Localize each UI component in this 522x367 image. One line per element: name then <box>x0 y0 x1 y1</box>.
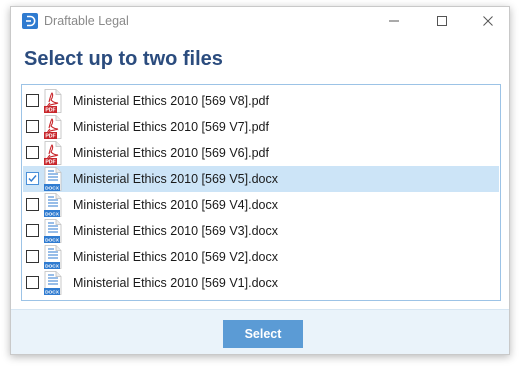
file-row[interactable]: DOCX Ministerial Ethics 2010 [569 V1].doc… <box>23 270 499 296</box>
file-row[interactable]: PDF Ministerial Ethics 2010 [569 V6].pdf <box>23 140 499 166</box>
maximize-button[interactable] <box>419 7 465 35</box>
pdf-file-icon: PDF <box>44 115 62 139</box>
file-name: Ministerial Ethics 2010 [569 V5].docx <box>73 172 278 186</box>
close-icon <box>483 16 493 26</box>
docx-file-icon: DOCX <box>44 219 62 243</box>
svg-text:DOCX: DOCX <box>45 290 60 296</box>
file-row[interactable]: PDF Ministerial Ethics 2010 [569 V7].pdf <box>23 114 499 140</box>
docx-file-icon: DOCX <box>44 245 62 269</box>
file-row[interactable]: DOCX Ministerial Ethics 2010 [569 V3].doc… <box>23 218 499 244</box>
file-checkbox[interactable] <box>26 146 39 159</box>
checkmark-icon <box>28 175 37 183</box>
file-checkbox[interactable] <box>26 224 39 237</box>
file-row[interactable]: DOCX Ministerial Ethics 2010 [569 V4].doc… <box>23 192 499 218</box>
file-checkbox[interactable] <box>26 250 39 263</box>
select-button[interactable]: Select <box>223 320 303 348</box>
file-row[interactable]: PDF Ministerial Ethics 2010 [569 V8].pdf <box>23 88 499 114</box>
close-button[interactable] <box>465 7 511 35</box>
file-checkbox[interactable] <box>26 276 39 289</box>
docx-file-icon: DOCX <box>44 167 62 191</box>
file-name: Ministerial Ethics 2010 [569 V8].pdf <box>73 94 269 108</box>
minimize-icon <box>389 20 399 22</box>
file-name: Ministerial Ethics 2010 [569 V3].docx <box>73 224 278 238</box>
file-row[interactable]: DOCX Ministerial Ethics 2010 [569 V2].doc… <box>23 244 499 270</box>
file-row[interactable]: DOCX Ministerial Ethics 2010 [569 V5].doc… <box>23 166 499 192</box>
file-name: Ministerial Ethics 2010 [569 V1].docx <box>73 276 278 290</box>
file-name: Ministerial Ethics 2010 [569 V7].pdf <box>73 120 269 134</box>
file-name: Ministerial Ethics 2010 [569 V2].docx <box>73 250 278 264</box>
file-name: Ministerial Ethics 2010 [569 V4].docx <box>73 198 278 212</box>
title-bar[interactable]: Draftable Legal <box>11 7 509 35</box>
pdf-file-icon: PDF <box>44 141 62 165</box>
draftable-logo-icon <box>22 13 38 29</box>
maximize-icon <box>437 16 447 26</box>
docx-file-icon: DOCX <box>44 271 62 295</box>
svg-text:PDF: PDF <box>45 134 55 140</box>
svg-text:DOCX: DOCX <box>45 238 60 244</box>
svg-text:DOCX: DOCX <box>45 212 60 218</box>
svg-text:DOCX: DOCX <box>45 186 60 192</box>
window-title: Draftable Legal <box>44 14 129 28</box>
file-list[interactable]: PDF Ministerial Ethics 2010 [569 V8].pdf P… <box>21 84 501 301</box>
page-title: Select up to two files <box>24 48 223 70</box>
svg-text:DOCX: DOCX <box>45 264 60 270</box>
dialog-footer: Select <box>11 309 509 354</box>
svg-text:PDF: PDF <box>45 108 55 114</box>
pdf-file-icon: PDF <box>44 89 62 113</box>
docx-file-icon: DOCX <box>44 193 62 217</box>
file-checkbox[interactable] <box>26 94 39 107</box>
file-name: Ministerial Ethics 2010 [569 V6].pdf <box>73 146 269 160</box>
file-checkbox[interactable] <box>26 120 39 133</box>
svg-text:PDF: PDF <box>45 160 55 166</box>
file-checkbox[interactable] <box>26 198 39 211</box>
app-window: Draftable Legal Select up to two files P… <box>10 6 510 355</box>
minimize-button[interactable] <box>371 7 417 35</box>
file-checkbox[interactable] <box>26 172 39 185</box>
